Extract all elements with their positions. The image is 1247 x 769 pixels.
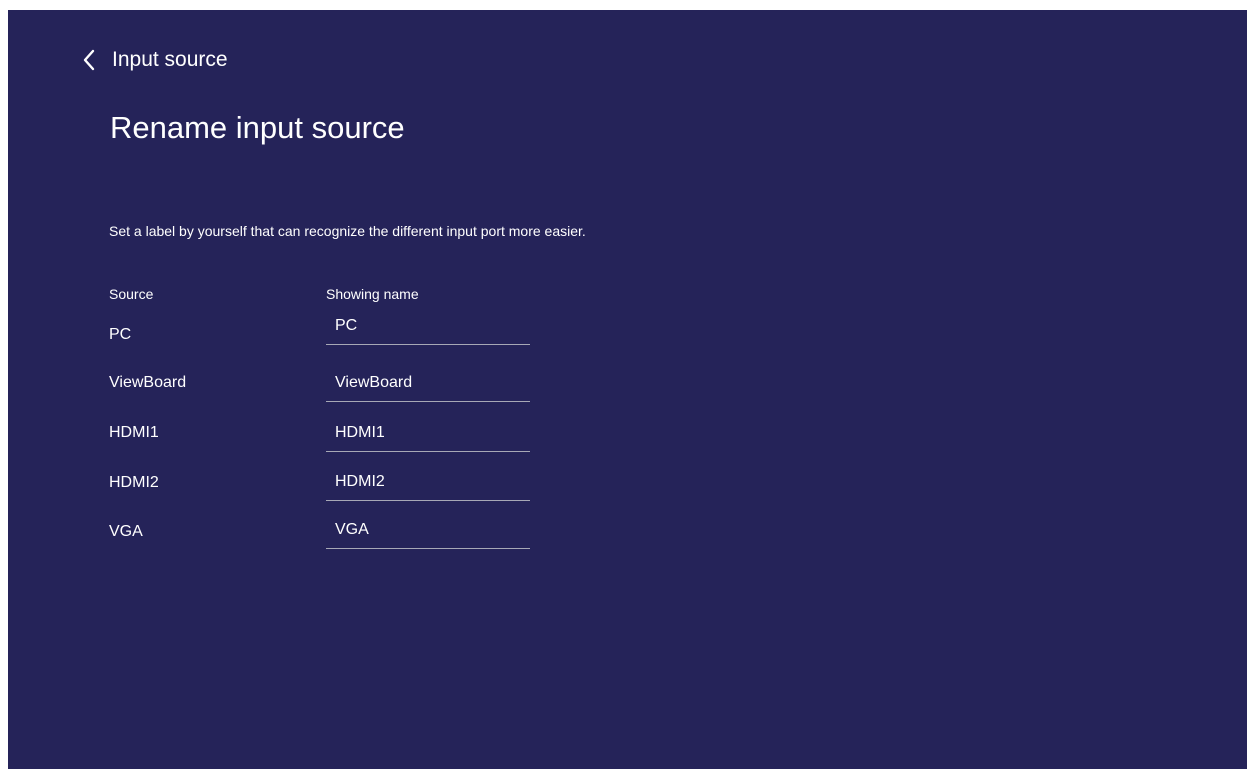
name-field-value[interactable]: ViewBoard: [335, 374, 412, 392]
source-label-hdmi1: HDMI1: [109, 424, 159, 441]
page-title: Rename input source: [110, 110, 405, 145]
name-field-value[interactable]: VGA: [335, 521, 369, 539]
description-text: Set a label by yourself that can recogni…: [109, 223, 586, 239]
back-label[interactable]: Input source: [112, 48, 228, 72]
settings-screen: Input source Rename input source Set a l…: [8, 10, 1247, 769]
chevron-left-icon[interactable]: [78, 49, 100, 71]
back-button[interactable]: Input source: [78, 44, 228, 76]
source-label-vga: VGA: [109, 523, 143, 540]
name-field-hdmi2[interactable]: HDMI2: [326, 467, 530, 501]
source-column-header: Source: [109, 286, 154, 302]
showing-name-column-header: Showing name: [326, 286, 419, 302]
source-label-hdmi2: HDMI2: [109, 474, 159, 491]
name-field-pc[interactable]: PC: [326, 311, 530, 345]
name-field-value[interactable]: PC: [335, 317, 357, 335]
name-field-vga[interactable]: VGA: [326, 515, 530, 549]
name-field-viewboard[interactable]: ViewBoard: [326, 368, 530, 402]
name-field-hdmi1[interactable]: HDMI1: [326, 418, 530, 452]
name-field-value[interactable]: HDMI2: [335, 473, 385, 491]
name-field-value[interactable]: HDMI1: [335, 424, 385, 442]
source-label-pc: PC: [109, 326, 132, 343]
source-label-viewboard: ViewBoard: [109, 374, 187, 391]
